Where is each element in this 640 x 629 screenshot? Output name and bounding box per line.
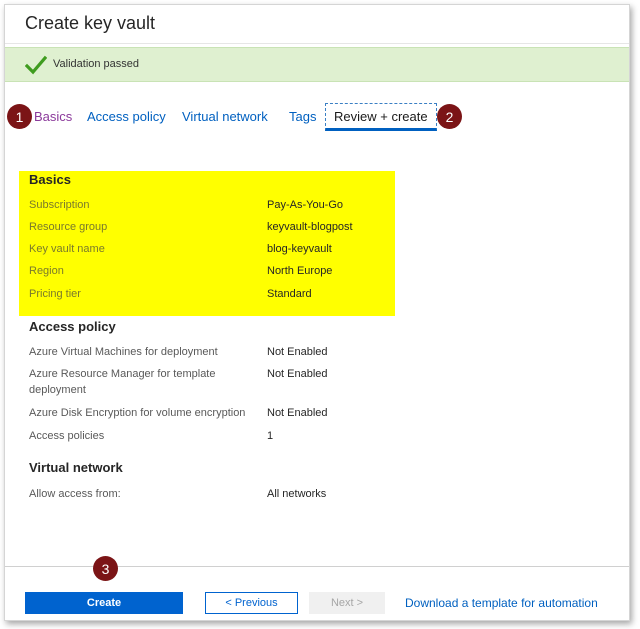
step-badge-1: 1 [7, 104, 32, 129]
step-badge-2: 2 [437, 104, 462, 129]
tab-bar: 1 Basics Access policy Virtual network T… [5, 103, 625, 133]
summary-label: Pricing tier [29, 288, 81, 300]
summary-value: Not Enabled [267, 407, 328, 419]
section-title-basics: Basics [29, 172, 71, 187]
validation-text: Validation passed [53, 58, 140, 70]
summary-value: Pay-As-You-Go [267, 199, 344, 211]
summary-label: Subscription [29, 199, 90, 211]
validation-banner: Validation passed [5, 47, 629, 82]
summary-value: Not Enabled [267, 368, 328, 380]
summary-label: Azure Disk Encryption for volume encrypt… [29, 407, 246, 419]
summary-label: Access policies [29, 430, 105, 442]
summary-label: Key vault name [29, 243, 105, 255]
section-title-virtual-network: Virtual network [29, 460, 123, 475]
download-template-link[interactable]: Download a template for automation [405, 596, 598, 610]
previous-button[interactable]: < Previous [205, 592, 298, 614]
summary-value: All networks [267, 488, 327, 500]
summary-value: North Europe [267, 265, 333, 277]
create-key-vault-panel: Create key vault Validation passed 1 Bas… [4, 4, 630, 621]
summary-label: Azure Resource Manager for template depl… [29, 368, 216, 396]
tab-access-policy[interactable]: Access policy [87, 109, 166, 124]
summary-value: 1 [267, 430, 274, 442]
tab-tags[interactable]: Tags [289, 109, 316, 124]
step-badge-3: 3 [93, 556, 118, 581]
summary-value: keyvault-blogpost [267, 221, 353, 233]
summary-label: Azure Virtual Machines for deployment [29, 346, 218, 358]
tab-review-create[interactable]: Review + create [325, 103, 437, 131]
summary-value: Standard [267, 288, 312, 300]
summary-value: blog-keyvault [267, 243, 332, 255]
section-title-access-policy: Access policy [29, 319, 116, 334]
summary-value: Not Enabled [267, 346, 328, 358]
create-button[interactable]: Create [25, 592, 183, 614]
summary-label: Allow access from: [29, 488, 121, 500]
tab-basics[interactable]: Basics [34, 109, 72, 124]
summary-label: Resource group [29, 221, 108, 233]
header-divider [5, 43, 629, 44]
tab-virtual-network[interactable]: Virtual network [182, 109, 268, 124]
page-title: Create key vault [25, 13, 156, 33]
next-button[interactable]: Next > [309, 592, 385, 614]
summary-label: Region [29, 265, 64, 277]
checkmark-icon [25, 55, 47, 75]
